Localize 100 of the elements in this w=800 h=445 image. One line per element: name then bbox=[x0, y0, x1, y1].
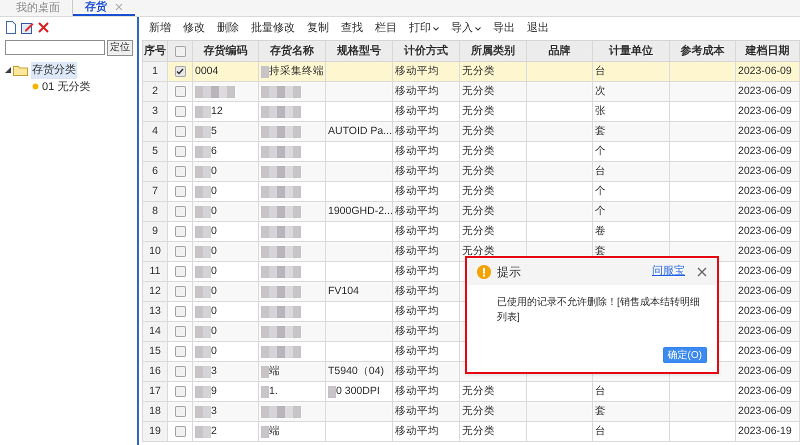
cell-text: 无分类 bbox=[462, 204, 495, 217]
cell-text: 2 bbox=[152, 84, 158, 97]
checkbox[interactable] bbox=[174, 246, 186, 257]
checkbox[interactable] bbox=[174, 386, 186, 397]
cell-text: 套 bbox=[595, 124, 606, 137]
table-row[interactable]: 1 0004 持采集终端 移动平均 无分类 台 2023-06-09 bbox=[142, 62, 800, 82]
checkbox[interactable] bbox=[174, 226, 186, 237]
cell-text: 移动平均 bbox=[395, 284, 439, 297]
checkbox[interactable] bbox=[174, 126, 186, 137]
cell-text: 2023-06-09 bbox=[738, 244, 792, 257]
cell-text: 端 bbox=[269, 364, 280, 379]
cell-text: 16 bbox=[149, 364, 161, 377]
checkbox[interactable] bbox=[174, 166, 186, 177]
cell-text: 无分类 bbox=[462, 64, 495, 77]
cell-text: 8 bbox=[152, 204, 158, 217]
search-field[interactable] bbox=[5, 40, 105, 55]
cell-text: 无分类 bbox=[462, 164, 495, 177]
toolbar-button[interactable]: 删除 bbox=[217, 20, 239, 37]
table-row[interactable]: 18 3 移动平均 无分类 套 2023-06-09 bbox=[142, 402, 800, 422]
table-row[interactable]: 7 0 移动平均 无分类 个 2023-06-09 bbox=[142, 182, 800, 202]
table-row[interactable]: 6 0 移动平均 无分类 台 2023-06-09 bbox=[142, 162, 800, 182]
close-icon[interactable] bbox=[115, 3, 123, 11]
toolbar-button[interactable]: 修改 bbox=[183, 20, 205, 37]
new-file-icon[interactable] bbox=[5, 20, 17, 34]
cell-text: 持采集终端 bbox=[269, 64, 324, 79]
cell-text: 2023-06-09 bbox=[738, 404, 792, 417]
cell-text: 12 bbox=[149, 284, 161, 297]
toolbar-button[interactable]: 导入 bbox=[451, 20, 481, 37]
help-link[interactable]: 问服宝 bbox=[652, 263, 685, 280]
checkbox[interactable] bbox=[174, 186, 186, 197]
cell-text: 2023-06-09 bbox=[738, 264, 792, 277]
checkbox[interactable] bbox=[174, 66, 186, 77]
tree-item[interactable]: 01 无分类 bbox=[42, 78, 90, 95]
checkbox[interactable] bbox=[174, 46, 186, 56]
caret-icon bbox=[475, 26, 481, 30]
cell-text: 移动平均 bbox=[395, 104, 439, 117]
cell-text: 17 bbox=[149, 384, 161, 397]
checkbox[interactable] bbox=[174, 206, 186, 217]
cell-text: 2023-06-09 bbox=[738, 224, 792, 237]
checkbox[interactable] bbox=[174, 346, 186, 357]
cell-text: 6 bbox=[211, 144, 217, 159]
cell-text: 端 bbox=[269, 424, 280, 439]
checkbox[interactable] bbox=[174, 406, 186, 417]
toolbar-button[interactable]: 新增 bbox=[149, 20, 171, 37]
cell-text: 无分类 bbox=[462, 244, 495, 257]
cell-text: 12 bbox=[211, 104, 223, 119]
checkbox[interactable] bbox=[174, 106, 186, 117]
cell-text: 台 bbox=[595, 424, 606, 437]
table-row[interactable]: 8 0 1900GHD-2... 移动平均 无分类 个 2023-06-09 bbox=[142, 202, 800, 222]
checkbox[interactable] bbox=[174, 286, 186, 297]
toolbar-button[interactable]: 退出 bbox=[527, 20, 549, 37]
checkbox[interactable] bbox=[174, 86, 186, 97]
cell-text: 无分类 bbox=[462, 84, 495, 97]
toolbar-button[interactable]: 导出 bbox=[493, 20, 515, 37]
cell-text: 移动平均 bbox=[395, 224, 439, 237]
locate-button[interactable]: 定位 bbox=[107, 40, 133, 56]
close-icon[interactable] bbox=[697, 266, 707, 276]
cell-text: 0 bbox=[211, 224, 217, 239]
edit-icon[interactable] bbox=[21, 20, 34, 34]
cell-text: 无分类 bbox=[462, 104, 495, 117]
expanded-triangle-icon[interactable] bbox=[5, 67, 11, 74]
cell-text: 13 bbox=[149, 304, 161, 317]
cell-text: 台 bbox=[595, 164, 606, 177]
cell-text: 14 bbox=[149, 324, 161, 337]
toolbar-button[interactable]: 批量修改 bbox=[251, 20, 295, 37]
checkbox[interactable] bbox=[174, 426, 186, 437]
table-row[interactable]: 17 9 1. 0 300DPI 移动平均 无分类 台 2023-06-09 bbox=[142, 382, 800, 402]
table-row[interactable]: 5 6 移动平均 无分类 个 2023-06-09 bbox=[142, 142, 800, 162]
cell-text: 无分类 bbox=[462, 424, 495, 437]
checkbox[interactable] bbox=[174, 326, 186, 337]
cell-text: 无分类 bbox=[462, 124, 495, 137]
cell-text: 15 bbox=[149, 344, 161, 357]
cell-text: 11 bbox=[150, 264, 160, 277]
toolbar-button[interactable]: 打印 bbox=[409, 20, 439, 37]
cell-text: 1900GHD-2... bbox=[328, 204, 392, 219]
cell-text: 次 bbox=[595, 84, 606, 97]
cell-text: AUTOID Pa... bbox=[328, 124, 392, 139]
cell-text: 移动平均 bbox=[395, 364, 439, 377]
checkbox[interactable] bbox=[174, 146, 186, 157]
tree-item[interactable]: 存货分类 bbox=[31, 62, 77, 78]
table-row[interactable]: 2 移动平均 无分类 次 2023-06-09 bbox=[142, 82, 800, 102]
table-row[interactable]: 3 12 移动平均 无分类 张 2023-06-09 bbox=[142, 102, 800, 122]
delete-icon[interactable] bbox=[38, 22, 49, 32]
checkbox[interactable] bbox=[174, 366, 186, 377]
cell-text: 移动平均 bbox=[395, 244, 439, 257]
table-row[interactable]: 19 2 端 移动平均 无分类 台 2023-06-19 bbox=[142, 422, 800, 442]
cell-text: T5940（04) bbox=[328, 364, 384, 379]
cell-text: 移动平均 bbox=[395, 204, 439, 217]
checkbox[interactable] bbox=[174, 266, 186, 277]
tab[interactable]: 存货 bbox=[73, 0, 135, 16]
table-row[interactable]: 9 0 移动平均 无分类 卷 2023-06-09 bbox=[142, 222, 800, 242]
cell-text: 2023-06-09 bbox=[738, 364, 792, 377]
toolbar-button[interactable]: 复制 bbox=[307, 20, 329, 37]
toolbar-button[interactable]: 栏目 bbox=[375, 20, 397, 37]
cell-text: 移动平均 bbox=[395, 64, 439, 77]
cell-text: 移动平均 bbox=[395, 84, 439, 97]
checkbox[interactable] bbox=[174, 306, 186, 317]
toolbar-button[interactable]: 查找 bbox=[341, 20, 363, 37]
table-row[interactable]: 4 5 AUTOID Pa... 移动平均 无分类 套 2023-06-09 bbox=[142, 122, 800, 142]
cell-text: 2023-06-09 bbox=[738, 304, 792, 317]
